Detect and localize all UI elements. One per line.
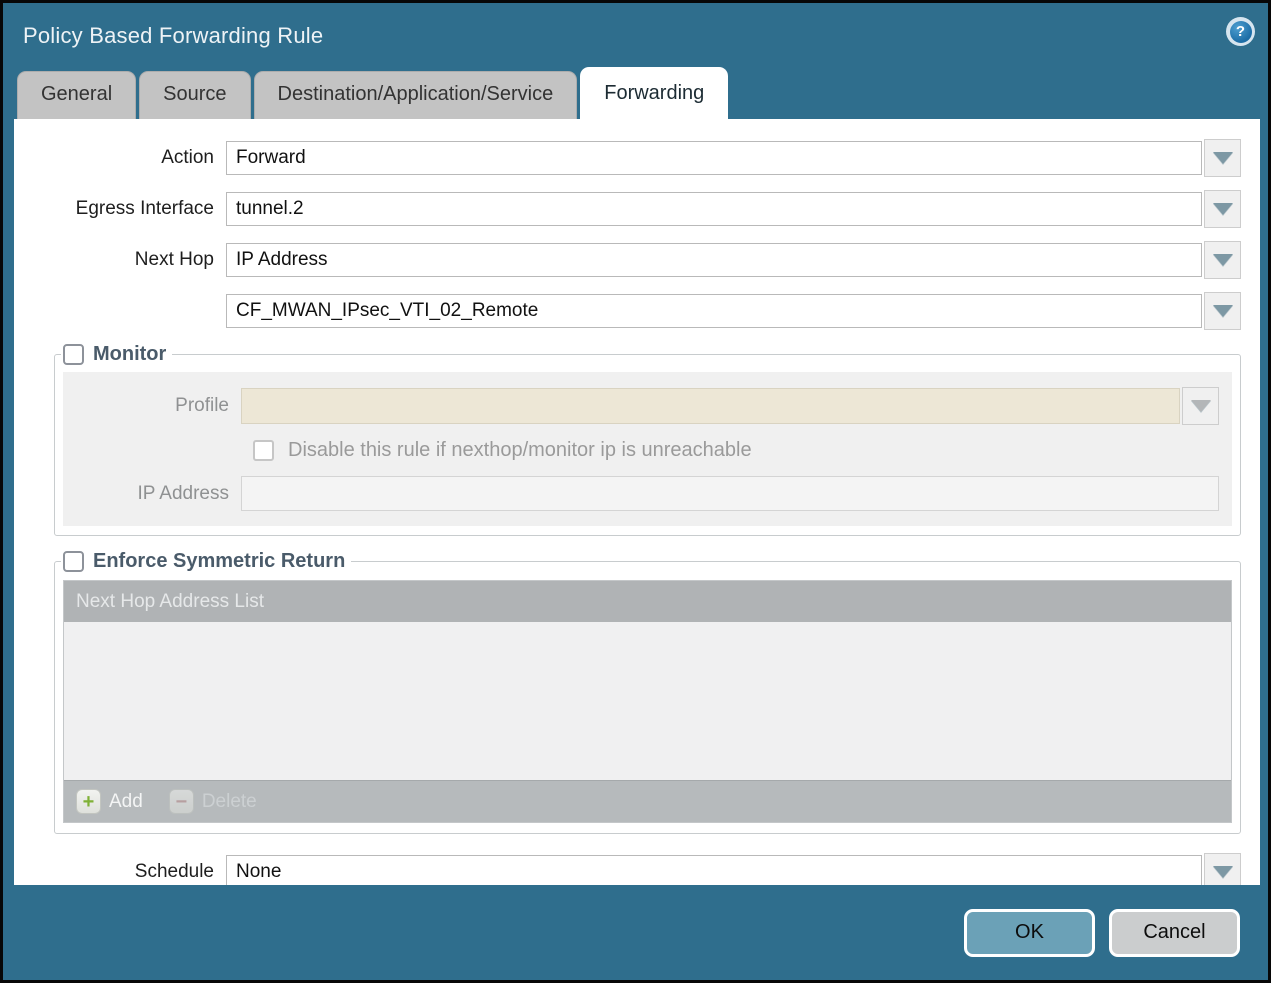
egress-interface-label: Egress Interface [14, 198, 226, 220]
monitor-section: Monitor Profile Disable this rule if nex… [54, 343, 1241, 536]
plus-icon: + [76, 789, 101, 814]
enforce-symmetric-return-section: Enforce Symmetric Return Next Hop Addres… [54, 550, 1241, 834]
next-hop-address-dropdown-button[interactable] [1204, 292, 1241, 330]
tab-source[interactable]: Source [139, 71, 250, 119]
schedule-dropdown-button[interactable] [1204, 853, 1241, 885]
add-button-label: Add [109, 791, 143, 813]
dialog-footer: OK Cancel [3, 885, 1268, 980]
delete-button-label: Delete [202, 791, 257, 813]
profile-row: Profile [63, 387, 1222, 425]
profile-select [241, 388, 1180, 424]
profile-label: Profile [63, 395, 241, 417]
add-button[interactable]: + Add [76, 789, 143, 814]
disable-rule-row: Disable this rule if nexthop/monitor ip … [63, 439, 1222, 462]
schedule-row: Schedule None [14, 853, 1254, 885]
egress-interface-select[interactable]: tunnel.2 [226, 192, 1202, 226]
chevron-down-icon [1191, 400, 1211, 412]
next-hop-address-row: CF_MWAN_IPsec_VTI_02_Remote [14, 292, 1254, 330]
enforce-symmetric-return-legend: Enforce Symmetric Return [61, 550, 351, 573]
monitor-ip-address-row: IP Address [63, 476, 1222, 511]
next-hop-address-list-body[interactable] [64, 622, 1231, 780]
monitor-section-label: Monitor [93, 343, 166, 366]
chevron-down-icon [1213, 254, 1233, 266]
action-row: Action Forward [14, 139, 1254, 177]
chevron-down-icon [1213, 866, 1233, 878]
disable-rule-label: Disable this rule if nexthop/monitor ip … [288, 439, 752, 462]
next-hop-row: Next Hop IP Address [14, 241, 1254, 279]
chevron-down-icon [1213, 305, 1233, 317]
schedule-select[interactable]: None [226, 855, 1202, 885]
monitor-panel: Profile Disable this rule if nexthop/mon… [63, 372, 1232, 526]
cancel-button[interactable]: Cancel [1109, 909, 1240, 957]
monitor-ip-address-input [241, 476, 1219, 511]
delete-button: − Delete [169, 789, 257, 814]
next-hop-address-list-toolbar: + Add − Delete [64, 780, 1231, 822]
action-label: Action [14, 147, 226, 169]
next-hop-address-select[interactable]: CF_MWAN_IPsec_VTI_02_Remote [226, 294, 1202, 328]
policy-based-forwarding-dialog: Policy Based Forwarding Rule ? General S… [0, 0, 1271, 983]
chevron-down-icon [1213, 152, 1233, 164]
next-hop-label: Next Hop [14, 249, 226, 271]
action-dropdown-button[interactable] [1204, 139, 1241, 177]
tab-destination-application-service[interactable]: Destination/Application/Service [254, 71, 578, 119]
minus-icon: − [169, 789, 194, 814]
forwarding-tab-content: Action Forward Egress Interface tunnel.2… [14, 119, 1260, 885]
disable-rule-checkbox [253, 440, 274, 461]
dialog-title: Policy Based Forwarding Rule [23, 23, 323, 49]
profile-dropdown-button [1182, 387, 1219, 425]
next-hop-address-table: Next Hop Address List + Add − Delete [63, 580, 1232, 823]
tab-general[interactable]: General [17, 71, 136, 119]
help-icon-glyph: ? [1230, 21, 1252, 43]
help-icon[interactable]: ? [1226, 17, 1255, 46]
action-select[interactable]: Forward [226, 141, 1202, 175]
next-hop-address-list-header: Next Hop Address List [64, 581, 1231, 622]
schedule-label: Schedule [14, 861, 226, 883]
dialog-titlebar: Policy Based Forwarding Rule ? [3, 3, 1268, 67]
monitor-ip-address-label: IP Address [63, 483, 241, 505]
monitor-checkbox[interactable] [63, 344, 84, 365]
ok-button[interactable]: OK [964, 909, 1095, 957]
enforce-symmetric-return-checkbox[interactable] [63, 551, 84, 572]
next-hop-type-select[interactable]: IP Address [226, 243, 1202, 277]
egress-interface-dropdown-button[interactable] [1204, 190, 1241, 228]
next-hop-dropdown-button[interactable] [1204, 241, 1241, 279]
egress-interface-row: Egress Interface tunnel.2 [14, 190, 1254, 228]
monitor-legend: Monitor [61, 343, 172, 366]
chevron-down-icon [1213, 203, 1233, 215]
tab-forwarding[interactable]: Forwarding [580, 67, 728, 119]
enforce-symmetric-return-label: Enforce Symmetric Return [93, 550, 345, 573]
tab-bar: General Source Destination/Application/S… [3, 67, 1268, 119]
